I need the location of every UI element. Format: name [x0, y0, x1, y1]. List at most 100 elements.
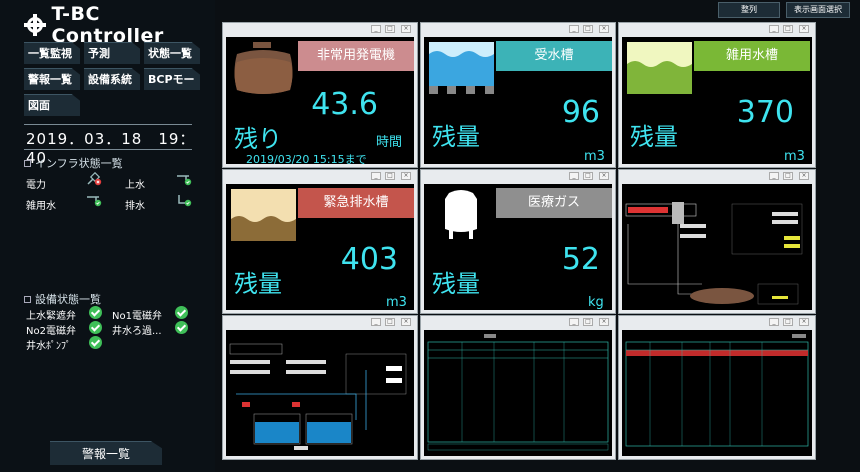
- generator-schematic: [622, 184, 812, 310]
- water-tap-icon: [177, 175, 192, 186]
- window-titlebar[interactable]: _ □ ×: [619, 170, 815, 183]
- datetime-top-rule: [24, 124, 192, 125]
- close-icon[interactable]: ×: [599, 318, 609, 326]
- minimize-icon[interactable]: _: [371, 25, 381, 33]
- close-icon[interactable]: ×: [799, 25, 809, 33]
- minimize-icon[interactable]: _: [769, 172, 779, 180]
- maximize-icon[interactable]: □: [783, 25, 793, 33]
- power-plug-icon: [87, 172, 102, 186]
- window-titlebar[interactable]: _ □ ×: [421, 316, 615, 329]
- nav-bcp-mode[interactable]: BCPモード: [144, 68, 200, 90]
- window-titlebar[interactable]: _ □ ×: [223, 23, 417, 36]
- infra-label-misc-water: 雑用水: [26, 201, 56, 212]
- drain-pipe-icon: [178, 195, 192, 207]
- logo-icon: [24, 14, 46, 36]
- window-titlebar[interactable]: _ □ ×: [421, 170, 615, 183]
- maximize-icon[interactable]: □: [583, 25, 593, 33]
- water-system-schematic: [226, 330, 414, 456]
- window-content: 緊急排水槽 403 残量 m3: [226, 184, 414, 310]
- logo-text: T-BC Controller: [51, 3, 164, 47]
- minimize-icon[interactable]: _: [569, 318, 579, 326]
- emergency-drain-tank-value: 403: [340, 242, 398, 277]
- misc-water-tank-icon: [627, 42, 692, 94]
- window-titlebar[interactable]: _ □ ×: [421, 23, 615, 36]
- remain-label: 残量: [432, 270, 480, 298]
- maximize-icon[interactable]: □: [385, 318, 395, 326]
- close-icon[interactable]: ×: [401, 172, 411, 180]
- generator-until-date: 2019/03/20 15:15まで: [246, 153, 367, 164]
- emergency-drain-tank-unit: m3: [386, 295, 407, 310]
- minimize-icon[interactable]: _: [569, 172, 579, 180]
- minimize-icon[interactable]: _: [371, 318, 381, 326]
- maximize-icon[interactable]: □: [783, 318, 793, 326]
- equipment-table-window: _ □ ×: [420, 315, 616, 460]
- receiving-tank-label: 受水槽: [496, 41, 612, 71]
- close-icon[interactable]: ×: [599, 25, 609, 33]
- generator-value: 43.6: [311, 87, 378, 122]
- minimize-icon[interactable]: _: [569, 25, 579, 33]
- misc-water-tank-window: _ □ × 雑用水槽 370 残量 m3: [618, 22, 816, 168]
- check-ok-icon: [175, 321, 188, 334]
- remain-label: 残量: [630, 123, 678, 151]
- window-titlebar[interactable]: _ □ ×: [223, 316, 417, 329]
- equipment-label: 井水ろ過...: [112, 326, 162, 337]
- medical-gas-window: _ □ × 医療ガス 52 残量 kg: [420, 169, 616, 314]
- window-titlebar[interactable]: _ □ ×: [223, 170, 417, 183]
- generator-window: _ □ × 非常用発電機 43.6 残り 時間 2019/03/20 15:15…: [222, 22, 418, 168]
- emergency-drain-tank-window: _ □ × 緊急排水槽 403 残量 m3: [222, 169, 418, 314]
- receiving-tank-window: _ □ × 受水槽 96 残量 m3: [420, 22, 616, 168]
- close-icon[interactable]: ×: [401, 318, 411, 326]
- close-icon[interactable]: ×: [799, 318, 809, 326]
- window-content: 非常用発電機 43.6 残り 時間 2019/03/20 15:15まで: [226, 37, 414, 164]
- alarm-table: [622, 330, 812, 456]
- infra-status-title: インフラ状態一覧: [24, 155, 123, 171]
- maximize-icon[interactable]: □: [385, 172, 395, 180]
- screen-select-button[interactable]: 表示画面選択: [786, 2, 850, 18]
- close-icon[interactable]: ×: [599, 172, 609, 180]
- nav-status-list[interactable]: 状態一覧: [144, 42, 200, 64]
- nav-alarm-list[interactable]: 警報一覧: [24, 68, 80, 90]
- remain-label: 残量: [234, 270, 282, 298]
- generator-tank-icon: [234, 42, 293, 94]
- medical-gas-label: 医療ガス: [496, 188, 612, 218]
- close-icon[interactable]: ×: [401, 25, 411, 33]
- maximize-icon[interactable]: □: [583, 318, 593, 326]
- alarm-table-grid: [625, 334, 809, 447]
- alarm-list-button[interactable]: 警報一覧: [50, 441, 162, 465]
- app-logo: T-BC Controller: [24, 3, 215, 47]
- water-system-diagram: [229, 343, 407, 450]
- infra-label-drain: 排水: [125, 201, 145, 212]
- window-content: 雑用水槽 370 残量 m3: [622, 37, 812, 164]
- remain-label: 残り: [234, 125, 282, 153]
- arrange-button[interactable]: 整列: [718, 2, 780, 18]
- check-ok-icon: [89, 321, 102, 334]
- window-content: 医療ガス 52 残量 kg: [424, 184, 612, 310]
- nav-equipment-system[interactable]: 設備系統: [84, 68, 140, 90]
- equipment-table-grid: [427, 334, 609, 451]
- equipment-label: No1電磁弁: [112, 311, 162, 322]
- minimize-icon[interactable]: _: [769, 25, 779, 33]
- maximize-icon[interactable]: □: [583, 172, 593, 180]
- minimize-icon[interactable]: _: [769, 318, 779, 326]
- equipment-table: [424, 330, 612, 456]
- window-titlebar[interactable]: _ □ ×: [619, 316, 815, 329]
- misc-water-tank-unit: m3: [784, 149, 805, 164]
- close-icon[interactable]: ×: [799, 172, 809, 180]
- infra-label-water: 上水: [125, 180, 145, 191]
- remain-label: 残量: [432, 123, 480, 151]
- infra-label-power: 電力: [26, 180, 46, 191]
- maximize-icon[interactable]: □: [783, 172, 793, 180]
- water-tap-icon: [87, 196, 102, 207]
- window-titlebar[interactable]: _ □ ×: [619, 23, 815, 36]
- check-ok-icon: [175, 306, 188, 319]
- minimize-icon[interactable]: _: [371, 172, 381, 180]
- generator-unit: 時間: [376, 135, 403, 150]
- water-system-schematic-window: _ □ ×: [222, 315, 418, 460]
- nav-drawings[interactable]: 図面: [24, 94, 80, 116]
- generator-label: 非常用発電機: [298, 41, 414, 71]
- emergency-drain-tank-label: 緊急排水槽: [298, 188, 414, 218]
- nav-monitor-list[interactable]: 一覧監視: [24, 42, 80, 64]
- section-bullet-icon: [24, 295, 31, 303]
- maximize-icon[interactable]: □: [385, 25, 395, 33]
- nav-forecast[interactable]: 予測: [84, 42, 140, 64]
